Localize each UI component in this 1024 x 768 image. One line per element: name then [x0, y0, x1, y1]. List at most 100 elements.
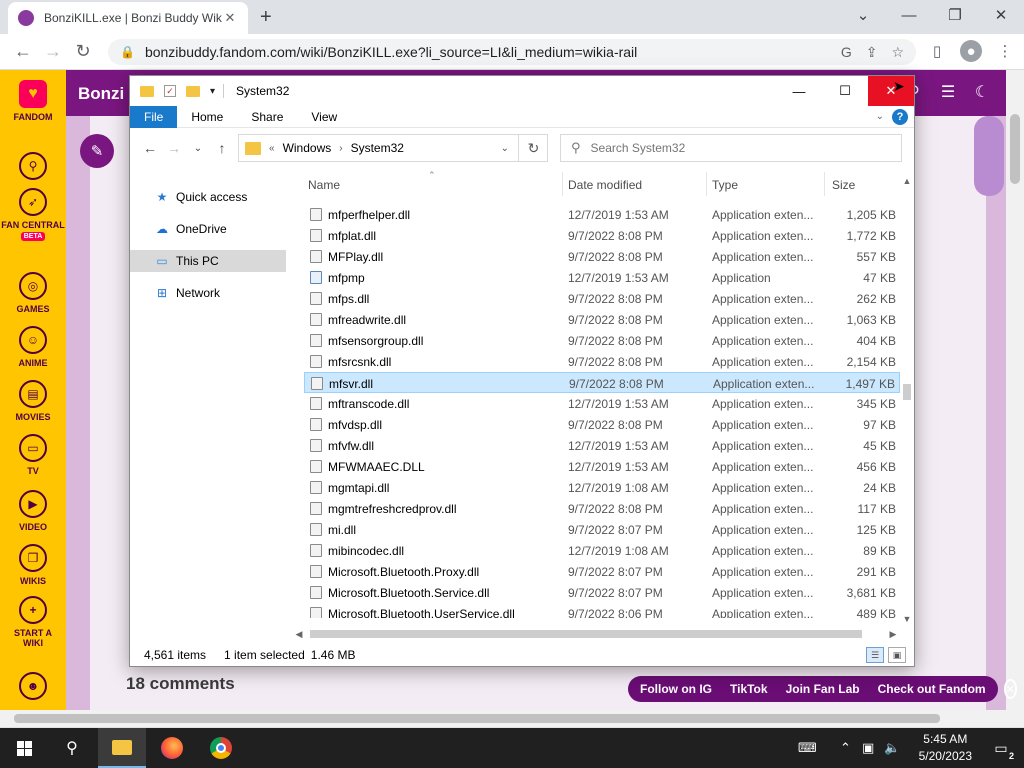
- close-window-button[interactable]: ✕: [978, 0, 1024, 30]
- page-vertical-scrollbar[interactable]: [1006, 70, 1024, 710]
- list-horizontal-scrollbar[interactable]: ◀ ▶: [292, 626, 900, 642]
- nav-onedrive[interactable]: ☁ OneDrive: [130, 218, 286, 240]
- up-button[interactable]: ↑: [210, 140, 234, 156]
- large-icons-view-icon[interactable]: ▣: [888, 647, 906, 663]
- new-tab-button[interactable]: +: [260, 6, 272, 29]
- back-button[interactable]: ←: [8, 41, 38, 62]
- lock-icon[interactable]: 🔒: [120, 45, 135, 59]
- file-row[interactable]: MFWMAAEC.DLL 12/7/2019 1:53 AM Application…: [304, 456, 900, 477]
- rail-movies[interactable]: ▤ MOVIES: [0, 380, 66, 422]
- column-date-modified[interactable]: Date modified: [568, 178, 642, 192]
- file-row[interactable]: mfpmp 12/7/2019 1:53 AM Application 47 KB: [304, 267, 900, 288]
- file-row[interactable]: Microsoft.Bluetooth.Service.dll 9/7/2022 …: [304, 582, 900, 603]
- rail-video[interactable]: ▶ VIDEO: [0, 490, 66, 532]
- taskbar-firefox[interactable]: [148, 728, 196, 768]
- file-row[interactable]: mfperfhelper.dll 12/7/2019 1:53 AM Applica…: [304, 204, 900, 225]
- nav-network[interactable]: ⊞ Network: [130, 282, 286, 304]
- chevron-down-icon[interactable]: ⌄: [840, 0, 886, 30]
- fan-lab-link[interactable]: Join Fan Lab: [786, 682, 860, 696]
- recent-locations-icon[interactable]: ⌄: [186, 143, 210, 154]
- taskbar-chrome[interactable]: [197, 728, 245, 768]
- help-icon[interactable]: ?: [892, 108, 908, 125]
- file-row[interactable]: mfps.dll 9/7/2022 8:08 PM Application exte…: [304, 288, 900, 309]
- discussions-icon[interactable]: ☰: [936, 80, 960, 104]
- address-box[interactable]: « Windows › System32 ⌄: [238, 134, 548, 162]
- tab-share[interactable]: Share: [237, 106, 297, 128]
- file-row[interactable]: mi.dll 9/7/2022 8:07 PM Application exten.…: [304, 519, 900, 540]
- volume-icon[interactable]: 🔈: [884, 728, 900, 768]
- start-button[interactable]: [0, 728, 48, 768]
- wiki-name[interactable]: Bonzi: [78, 84, 124, 104]
- column-type[interactable]: Type: [712, 178, 738, 192]
- file-row[interactable]: mfsensorgroup.dll 9/7/2022 8:08 PM Applica…: [304, 330, 900, 351]
- file-row[interactable]: mgmtapi.dll 12/7/2019 1:08 AM Application …: [304, 477, 900, 498]
- overflow-crumb[interactable]: «: [269, 143, 275, 154]
- file-row[interactable]: mfvdsp.dll 9/7/2022 8:08 PM Application ex…: [304, 414, 900, 435]
- rail-anime[interactable]: ☺ ANIME: [0, 326, 66, 368]
- taskbar-file-explorer[interactable]: [98, 728, 146, 768]
- network-icon[interactable]: ▣: [862, 728, 874, 768]
- file-row[interactable]: mibincodec.dll 12/7/2019 1:08 AM Applicati…: [304, 540, 900, 561]
- scroll-thumb[interactable]: [310, 630, 862, 638]
- chevron-down-icon[interactable]: ⌄: [876, 111, 884, 122]
- properties-icon[interactable]: ✓: [164, 85, 176, 97]
- file-row[interactable]: mfsvr.dll 9/7/2022 8:08 PM Application ext…: [304, 372, 900, 393]
- search-box[interactable]: ⚲: [560, 134, 902, 162]
- user-icon[interactable]: ☻: [0, 672, 66, 704]
- column-name[interactable]: Name: [308, 178, 340, 192]
- back-button[interactable]: ←: [138, 140, 162, 156]
- rail-start-wiki[interactable]: + START A WIKI: [0, 596, 66, 648]
- scroll-up-arrow-icon[interactable]: ▲: [900, 174, 914, 188]
- fandom-logo[interactable]: ♥ FANDOM: [0, 80, 66, 122]
- keyboard-icon[interactable]: ⌨: [798, 728, 817, 768]
- notification-center-icon[interactable]: ▭ 2: [990, 737, 1014, 761]
- column-size[interactable]: Size: [832, 178, 855, 192]
- page-horizontal-scrollbar[interactable]: [0, 710, 1024, 727]
- google-icon[interactable]: G: [841, 44, 852, 60]
- tab-home[interactable]: Home: [177, 106, 237, 128]
- file-row[interactable]: mfvfw.dll 12/7/2019 1:53 AM Application ex…: [304, 435, 900, 456]
- scroll-thumb[interactable]: [903, 384, 911, 400]
- url-text[interactable]: bonzibuddy.fandom.com/wiki/BonziKILL.exe…: [145, 44, 827, 60]
- scroll-left-arrow-icon[interactable]: ◀: [292, 626, 306, 642]
- share-icon[interactable]: ⇪: [866, 44, 878, 61]
- minimize-button[interactable]: —: [776, 76, 822, 106]
- nav-quick-access[interactable]: ★ Quick access: [130, 186, 286, 208]
- forward-button[interactable]: →: [38, 41, 68, 62]
- nav-this-pc[interactable]: ▭ This PC: [130, 250, 286, 272]
- side-panel-icon[interactable]: ▯: [926, 40, 948, 62]
- star-icon[interactable]: ☆: [891, 44, 904, 61]
- search-input[interactable]: [590, 141, 891, 155]
- details-view-icon[interactable]: ☰: [866, 647, 884, 663]
- system-clock[interactable]: 5:45 AM 5/20/2023: [919, 731, 972, 765]
- rail-fan-central[interactable]: ➶ FAN CENTRAL BETA: [0, 188, 66, 241]
- customize-dropdown-icon[interactable]: ▾: [210, 86, 215, 97]
- address-bar[interactable]: 🔒 bonzibuddy.fandom.com/wiki/BonziKILL.e…: [108, 39, 916, 65]
- follow-ig-link[interactable]: Follow on IG: [640, 682, 712, 696]
- moon-icon[interactable]: ☾: [970, 80, 994, 104]
- new-folder-icon[interactable]: [186, 85, 200, 97]
- file-row[interactable]: Microsoft.Bluetooth.Proxy.dll 9/7/2022 8:…: [304, 561, 900, 582]
- browser-tab[interactable]: BonziKILL.exe | Bonzi Buddy Wiki ✕: [8, 2, 248, 34]
- pencil-icon[interactable]: ✎: [80, 134, 114, 168]
- search-icon[interactable]: ⚲: [48, 728, 96, 768]
- chevron-right-icon[interactable]: ›: [339, 143, 342, 154]
- restore-button[interactable]: ❐: [932, 0, 978, 30]
- close-icon[interactable]: ✕: [1003, 679, 1017, 699]
- file-row[interactable]: mfsrcsnk.dll 9/7/2022 8:08 PM Application …: [304, 351, 900, 372]
- file-row[interactable]: mftranscode.dll 12/7/2019 1:53 AM Applicat…: [304, 393, 900, 414]
- forward-button[interactable]: →: [162, 140, 186, 156]
- tab-view[interactable]: View: [297, 106, 351, 128]
- file-row[interactable]: mgmtrefreshcredprov.dll 9/7/2022 8:08 PM A…: [304, 498, 900, 519]
- file-row[interactable]: mfreadwrite.dll 9/7/2022 8:08 PM Applicati…: [304, 309, 900, 330]
- refresh-button[interactable]: ↻: [518, 134, 548, 162]
- minimize-button[interactable]: —: [886, 0, 932, 30]
- scroll-down-arrow-icon[interactable]: ▼: [900, 612, 914, 626]
- close-icon[interactable]: ✕: [222, 10, 238, 26]
- chevron-down-icon[interactable]: ⌄: [501, 143, 509, 154]
- maximize-button[interactable]: ☐: [822, 76, 868, 106]
- close-window-button[interactable]: ✕: [868, 76, 914, 106]
- explorer-title-bar[interactable]: ✓ ▾ System32 — ☐ ✕: [130, 76, 914, 106]
- list-vertical-scrollbar[interactable]: ▲ ▼: [900, 174, 914, 626]
- file-row[interactable]: Microsoft.Bluetooth.UserService.dll 9/7/2…: [304, 603, 900, 618]
